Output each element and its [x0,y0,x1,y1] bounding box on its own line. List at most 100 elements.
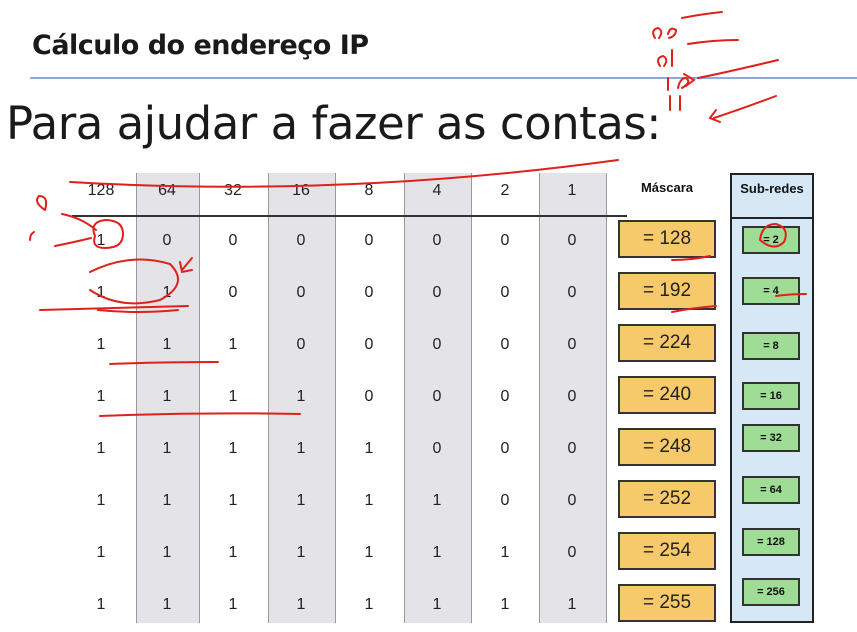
bit-cell: 1 [162,388,172,405]
bit-cell: 1 [432,596,442,613]
bit-cell: 1 [432,544,442,561]
bit-cell: 0 [296,232,306,249]
mask-value: = 255 [618,584,716,622]
bit-cell: 1 [228,336,238,353]
bit-cell: 0 [500,284,510,301]
bit-header: 2 [500,182,510,199]
bit-cell: 1 [162,284,172,301]
bit-cell: 1 [364,492,374,509]
bit-cell: 1 [96,284,106,301]
bit-cell: 1 [162,492,172,509]
grid-line [471,173,472,623]
bit-cell: 0 [364,232,374,249]
mask-value: = 192 [618,272,716,310]
bit-header: 1 [567,182,577,199]
bit-cell: 0 [364,284,374,301]
subnet-count: = 16 [742,382,800,410]
bit-cell: 1 [432,492,442,509]
subnet-count: = 8 [742,332,800,360]
bit-cell: 0 [500,336,510,353]
bit-cell: 1 [162,440,172,457]
bit-header: 32 [224,182,242,199]
bit-cell: 0 [364,388,374,405]
bit-cell: 1 [96,596,106,613]
bit-cell: 0 [500,492,510,509]
subnets-header-divider [732,217,812,219]
subnet-count: = 32 [742,424,800,452]
bit-cell: 1 [162,596,172,613]
title-divider [30,77,857,79]
bit-cell: 0 [567,336,577,353]
bit-cell: 1 [364,440,374,457]
bit-cell: 0 [567,544,577,561]
bit-cell: 0 [567,284,577,301]
slide-title: Cálculo do endereço IP [32,30,369,61]
bit-header: 8 [364,182,374,199]
bit-cell: 1 [296,596,306,613]
bit-cell: 1 [296,440,306,457]
bit-cell: 1 [567,596,577,613]
bit-cell: 0 [567,232,577,249]
bit-cell: 0 [296,284,306,301]
bit-cell: 0 [162,232,172,249]
header-divider [72,215,627,217]
bit-cell: 1 [96,232,106,249]
bit-cell: 1 [96,336,106,353]
bit-header: 128 [87,182,115,199]
mask-value: = 252 [618,480,716,518]
bit-cell: 1 [162,544,172,561]
bit-cell: 1 [364,596,374,613]
bit-cell: 0 [296,336,306,353]
mask-value: = 240 [618,376,716,414]
mask-value: = 128 [618,220,716,258]
bit-cell: 1 [296,492,306,509]
subnet-count: = 64 [742,476,800,504]
bit-cell: 1 [500,596,510,613]
bit-cell: 1 [96,492,106,509]
mask-column-header: Máscara [640,180,694,195]
mask-value: = 224 [618,324,716,362]
bit-cell: 1 [162,336,172,353]
subnet-count: = 4 [742,277,800,305]
bit-cell: 0 [228,232,238,249]
bit-cell: 0 [567,492,577,509]
bit-cell: 1 [228,388,238,405]
subnets-column-header: Sub-redes [740,181,804,196]
bit-cell: 0 [228,284,238,301]
subnet-count: = 256 [742,578,800,606]
bit-cell: 1 [228,596,238,613]
bit-cell: 0 [432,440,442,457]
grid-line [404,173,405,623]
bit-cell: 0 [364,336,374,353]
subnet-count: = 2 [742,226,800,254]
bit-header: 64 [158,182,176,199]
bit-cell: 0 [432,336,442,353]
bit-cell: 1 [96,440,106,457]
bit-cell: 0 [500,232,510,249]
bit-cell: 0 [500,388,510,405]
grid-line [606,173,607,623]
mask-value: = 254 [618,532,716,570]
bit-cell: 0 [567,440,577,457]
subnet-count: = 128 [742,528,800,556]
grid-line [268,173,269,623]
subnet-mask-table: Máscara Sub-redes 128 64 32 16 8 4 2 1 1 0 0 0 0 0 0 0 =… [62,164,824,624]
bit-cell: 1 [228,544,238,561]
bit-cell: 0 [500,440,510,457]
grid-line [335,173,336,623]
mask-value: = 248 [618,428,716,466]
bit-cell: 1 [296,544,306,561]
bit-cell: 0 [432,388,442,405]
bit-cell: 1 [96,388,106,405]
bit-cell: 1 [228,492,238,509]
bit-cell: 1 [296,388,306,405]
bit-header: 4 [432,182,442,199]
grid-line [199,173,200,623]
bit-header: 16 [292,182,310,199]
bit-cell: 0 [567,388,577,405]
bit-cell: 0 [432,284,442,301]
slide-subtitle: Para ajudar a fazer as contas: [6,97,661,150]
bit-cell: 0 [432,232,442,249]
bit-cell: 1 [364,544,374,561]
bit-cell: 1 [228,440,238,457]
